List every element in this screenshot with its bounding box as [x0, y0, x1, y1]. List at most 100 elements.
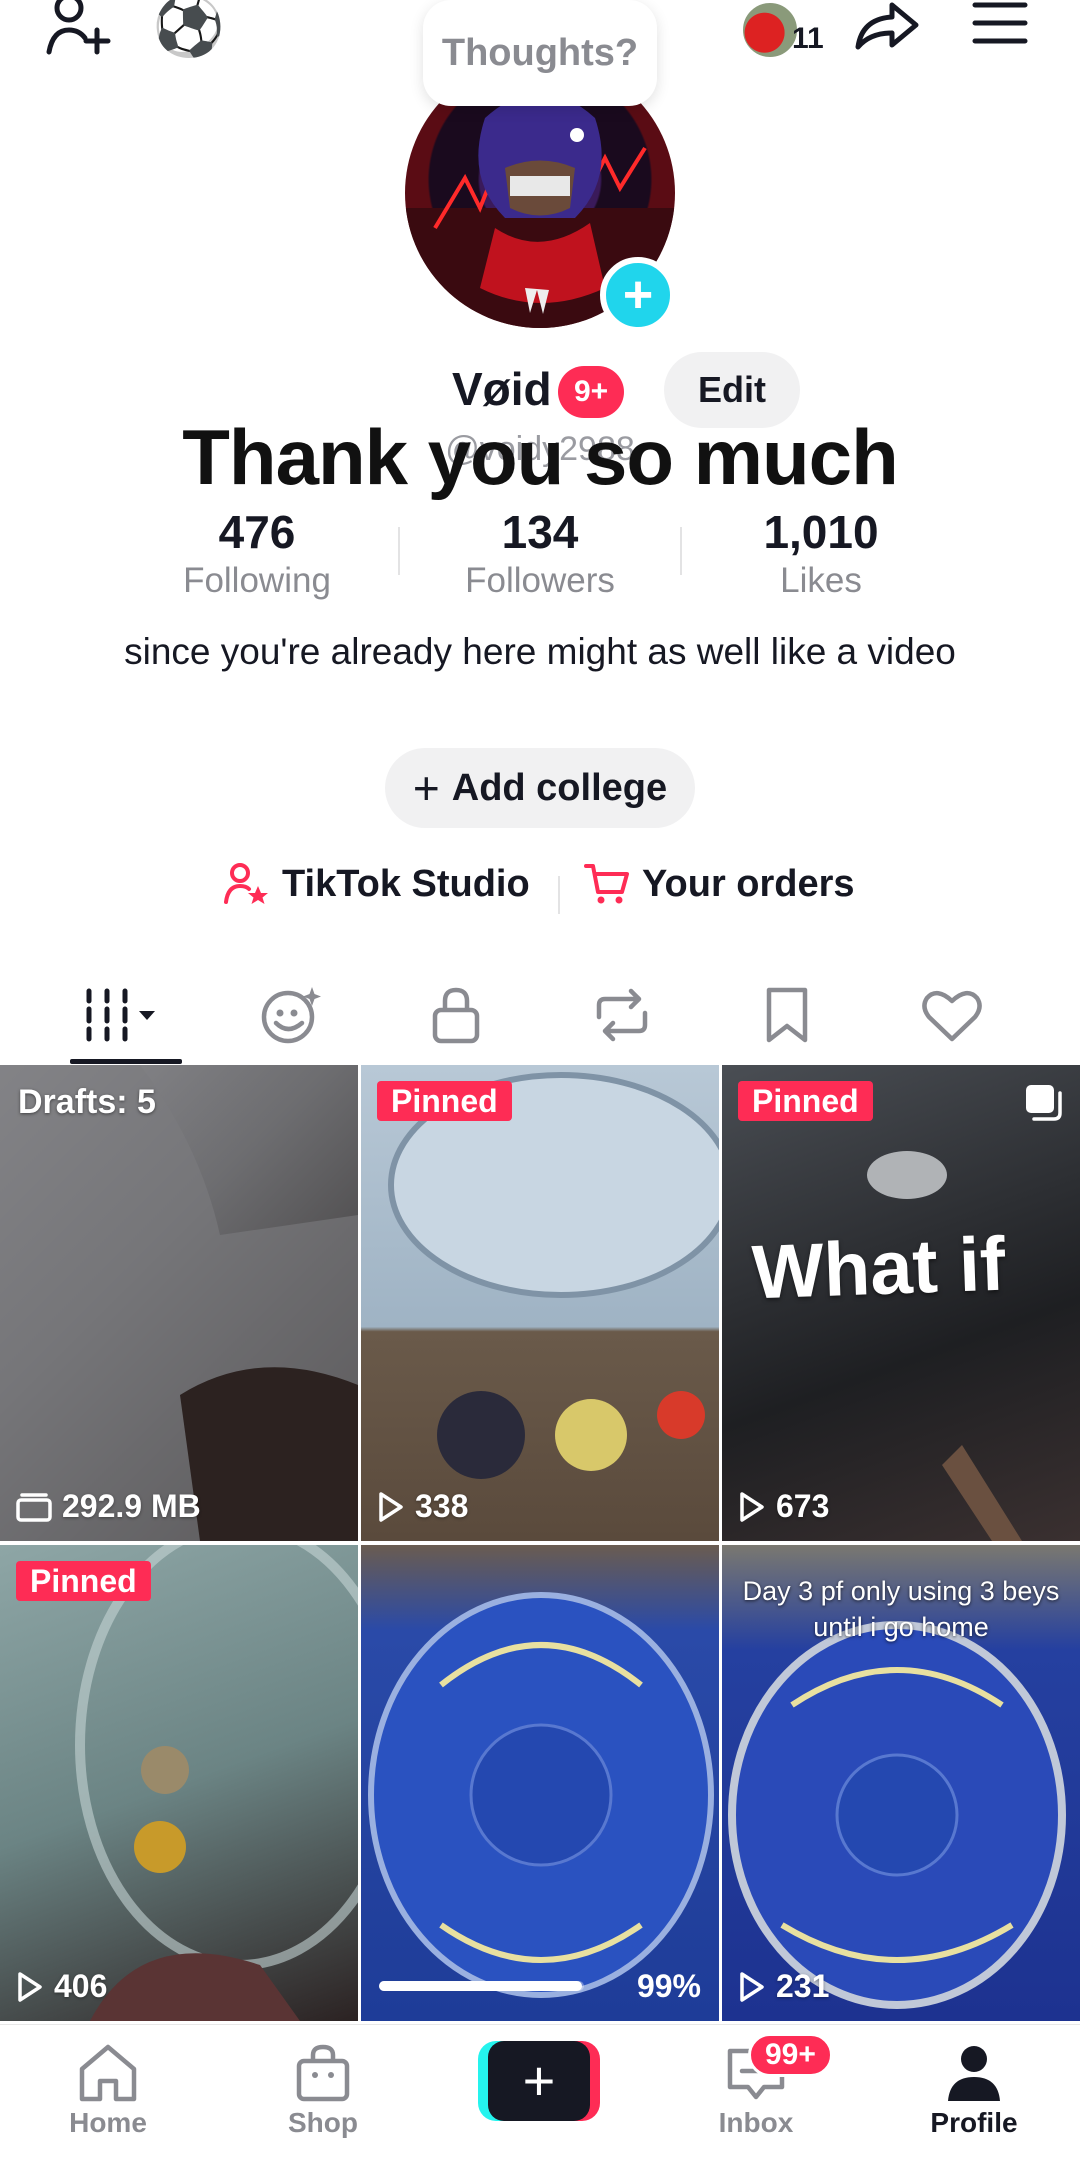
stat-label: Followers — [465, 561, 615, 600]
studio-person-icon — [224, 863, 268, 904]
share-icon[interactable] — [852, 0, 922, 52]
shopping-bag-icon — [296, 2044, 350, 2102]
drafts-size-value: 292.9 MB — [62, 1488, 201, 1524]
lock-icon — [432, 987, 480, 1044]
stat-value: 1,010 — [763, 506, 879, 558]
nav-profile-label: Profile — [930, 2107, 1018, 2138]
upload-progress-fill — [379, 1981, 582, 1991]
stat-following[interactable]: 476 Following — [147, 505, 367, 601]
add-avatar-button[interactable]: + — [600, 257, 676, 333]
view-count-value: 406 — [54, 1968, 108, 2004]
videos-grid-icon — [86, 988, 155, 1042]
nav-profile[interactable]: Profile — [904, 2043, 1044, 2139]
pinned-badge: Pinned — [738, 1081, 873, 1121]
play-icon — [740, 1491, 764, 1522]
bookmark-icon — [766, 987, 808, 1043]
video-overlay-text: Thank you so much — [182, 413, 898, 501]
video-caption: What if — [750, 1221, 1007, 1316]
create-button[interactable]: + — [478, 2041, 600, 2121]
video-tile[interactable]: Pinned 338 — [361, 1065, 719, 1541]
name-notification-badge[interactable]: 9+ — [558, 366, 625, 418]
upload-progress-bar — [379, 1981, 584, 1991]
stat-followers[interactable]: 134 Followers — [430, 505, 650, 601]
tiktok-studio-label: TikTok Studio — [282, 862, 530, 905]
thoughts-bubble[interactable]: Thoughts? — [423, 0, 657, 106]
repost-icon — [596, 988, 648, 1042]
stat-value: 134 — [501, 506, 579, 558]
view-count-value: 338 — [415, 1488, 469, 1524]
smiley-sparkle-icon — [261, 987, 321, 1044]
view-count: 673 — [738, 1488, 829, 1525]
view-count: 338 — [377, 1488, 468, 1525]
add-college-button[interactable]: + Add college — [385, 748, 695, 828]
tab-liked[interactable] — [892, 965, 1012, 1065]
drafts-folder-icon — [16, 1492, 52, 1522]
stat-label: Following — [183, 561, 331, 600]
tab-saved[interactable] — [727, 965, 847, 1065]
nav-shop-label: Shop — [288, 2107, 358, 2138]
drafts-thumbnail — [0, 1065, 358, 1541]
active-tab-indicator — [70, 1059, 182, 1064]
video-tile[interactable]: Pinned What if 673 — [722, 1065, 1080, 1541]
profile-bio[interactable]: since you're already here might as well … — [90, 626, 990, 678]
thoughts-placeholder: Thoughts? — [441, 31, 639, 74]
play-icon — [740, 1971, 764, 2002]
stat-divider — [398, 527, 400, 575]
video-tile[interactable]: Day 3 pf only using 3 beys until i go ho… — [722, 1545, 1080, 2021]
nav-inbox-label: Inbox — [718, 2107, 794, 2138]
tab-videos[interactable] — [66, 965, 186, 1065]
nav-home[interactable]: Home — [38, 2043, 178, 2139]
tab-ai-reactions[interactable] — [232, 965, 352, 1065]
bottom-navigation: Home Shop + Inbox 99+ Profile — [0, 2024, 1080, 2184]
your-orders-label: Your orders — [642, 862, 855, 905]
view-count: 406 — [16, 1968, 107, 2005]
stat-likes[interactable]: 1,010 Likes — [711, 505, 931, 601]
thought-dot — [570, 128, 584, 142]
pinned-badge: Pinned — [377, 1081, 512, 1121]
profile-person-icon — [948, 2046, 1000, 2101]
soccer-ball-icon[interactable]: ⚽ — [153, 0, 225, 62]
pinned-badge: Pinned — [16, 1561, 151, 1601]
profile-stats: 476 Following 134 Followers 1,010 Likes — [0, 505, 1080, 605]
cart-icon — [584, 864, 629, 904]
play-icon — [18, 1971, 42, 2002]
drafts-tile[interactable]: Drafts: 5 292.9 MB — [0, 1065, 358, 1541]
your-orders-link[interactable]: Your orders — [584, 862, 855, 906]
add-college-label: Add college — [451, 766, 668, 809]
view-count-value: 673 — [776, 1488, 830, 1524]
plus-icon: + — [412, 762, 440, 814]
home-icon — [79, 2044, 137, 2102]
tiktok-studio-link[interactable]: TikTok Studio — [224, 862, 530, 906]
friend-avatar[interactable] — [740, 0, 800, 60]
content-tabs — [0, 965, 1080, 1065]
plus-icon: + — [488, 2041, 590, 2121]
uploading-video-tile[interactable]: 99% — [361, 1545, 719, 2021]
stat-divider — [680, 527, 682, 575]
video-thumbnail — [388, 1072, 719, 1479]
friend-count: 11 — [792, 22, 824, 55]
video-caption: Day 3 pf only using 3 beys until i go ho… — [742, 1576, 1060, 1642]
nav-shop[interactable]: Shop — [253, 2043, 393, 2139]
view-count-value: 231 — [776, 1968, 830, 2004]
video-grid: Drafts: 5 292.9 MB Pinned 338 Pinned Wha… — [0, 1065, 1080, 2025]
view-count: 231 — [738, 1968, 829, 2005]
inbox-badge: 99+ — [748, 2033, 833, 2077]
video-thumbnail — [75, 1545, 358, 2021]
video-tile[interactable]: Pinned 406 — [0, 1545, 358, 2021]
tab-reposts[interactable] — [562, 965, 682, 1065]
nav-home-label: Home — [69, 2107, 147, 2138]
stat-value: 476 — [218, 506, 296, 558]
link-divider — [558, 876, 560, 914]
video-thumbnail — [368, 1592, 714, 1998]
multi-photo-icon — [1026, 1085, 1062, 1121]
menu-icon[interactable] — [970, 0, 1030, 48]
profile-links: TikTok Studio Your orders — [0, 862, 1080, 922]
play-icon — [379, 1491, 403, 1522]
drafts-size: 292.9 MB — [16, 1488, 201, 1525]
add-friend-icon[interactable] — [42, 0, 118, 56]
display-name: Vøid — [452, 363, 552, 415]
upload-progress-label: 99% — [636, 1968, 701, 2004]
drafts-label: Drafts: 5 — [18, 1083, 156, 1121]
tab-private[interactable] — [396, 965, 516, 1065]
heart-icon — [922, 991, 982, 1042]
